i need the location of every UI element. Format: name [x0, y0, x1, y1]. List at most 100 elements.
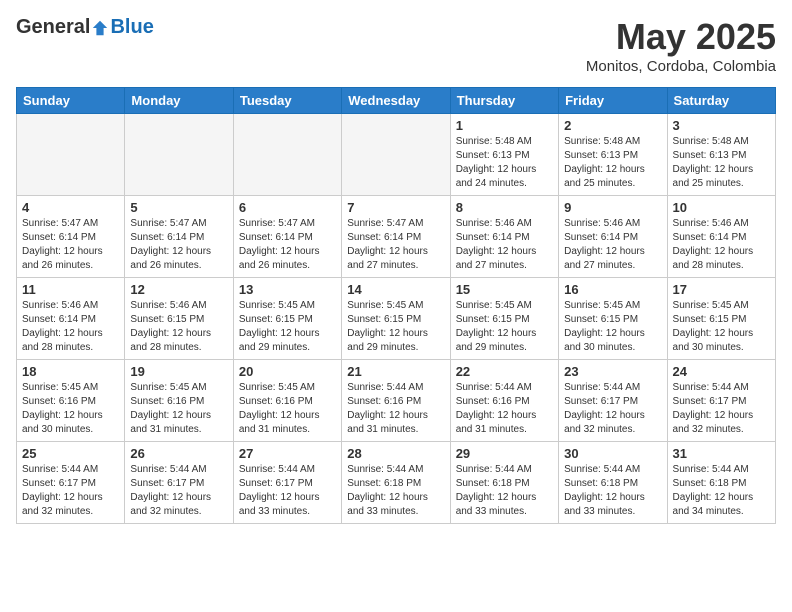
day-number: 28	[347, 446, 444, 461]
calendar-cell: 4 Sunrise: 5:47 AM Sunset: 6:14 PM Daylig…	[17, 196, 125, 278]
logo: General Blue	[16, 16, 154, 39]
day-info: Sunrise: 5:46 AM Sunset: 6:14 PM Dayligh…	[22, 299, 119, 355]
day-info: Sunrise: 5:46 AM Sunset: 6:14 PM Dayligh…	[673, 217, 770, 273]
day-info: Sunrise: 5:44 AM Sunset: 6:18 PM Dayligh…	[564, 463, 661, 519]
day-info: Sunrise: 5:44 AM Sunset: 6:17 PM Dayligh…	[239, 463, 336, 519]
day-number: 1	[456, 118, 553, 133]
day-info: Sunrise: 5:45 AM Sunset: 6:15 PM Dayligh…	[673, 299, 770, 355]
calendar-cell: 7Sunrise: 5:47 AM Sunset: 6:14 PM Daylig…	[342, 196, 450, 278]
day-number: 27	[239, 446, 336, 461]
calendar-week-row: 4 Sunrise: 5:47 AM Sunset: 6:14 PM Daylig…	[17, 196, 776, 278]
day-info: Sunrise: 5:47 AM Sunset: 6:14 PM Dayligh…	[239, 217, 336, 273]
day-number: 13	[239, 282, 336, 297]
calendar-day-header: Monday	[125, 88, 233, 114]
calendar-cell: 6 Sunrise: 5:47 AM Sunset: 6:14 PM Daylig…	[233, 196, 341, 278]
day-number: 20	[239, 364, 336, 379]
day-info: Sunrise: 5:45 AM Sunset: 6:16 PM Dayligh…	[130, 381, 227, 437]
day-info: Sunrise: 5:44 AM Sunset: 6:17 PM Dayligh…	[130, 463, 227, 519]
day-info: Sunrise: 5:45 AM Sunset: 6:16 PM Dayligh…	[22, 381, 119, 437]
day-number: 23	[564, 364, 661, 379]
day-info: Sunrise: 5:47 AM Sunset: 6:14 PM Dayligh…	[22, 217, 119, 273]
calendar-cell: 1 Sunrise: 5:48 AM Sunset: 6:13 PM Daylig…	[450, 114, 558, 196]
day-number: 14	[347, 282, 444, 297]
calendar-cell: 17 Sunrise: 5:45 AM Sunset: 6:15 PM Dayli…	[667, 278, 775, 360]
calendar-cell: 30 Sunrise: 5:44 AM Sunset: 6:18 PM Dayli…	[559, 442, 667, 524]
day-number: 3	[673, 118, 770, 133]
day-info: Sunrise: 5:44 AM Sunset: 6:16 PM Dayligh…	[456, 381, 553, 437]
calendar-cell	[342, 114, 450, 196]
day-number: 17	[673, 282, 770, 297]
title-block: May 2025 Monitos, Cordoba, Colombia	[586, 16, 776, 75]
calendar-cell: 26 Sunrise: 5:44 AM Sunset: 6:17 PM Dayli…	[125, 442, 233, 524]
day-number: 16	[564, 282, 661, 297]
calendar-cell	[233, 114, 341, 196]
calendar-cell: 22 Sunrise: 5:44 AM Sunset: 6:16 PM Dayli…	[450, 360, 558, 442]
calendar-cell: 25Sunrise: 5:44 AM Sunset: 6:17 PM Dayli…	[17, 442, 125, 524]
calendar-cell: 2 Sunrise: 5:48 AM Sunset: 6:13 PM Daylig…	[559, 114, 667, 196]
day-info: Sunrise: 5:45 AM Sunset: 6:15 PM Dayligh…	[347, 299, 444, 355]
calendar-week-row: 25Sunrise: 5:44 AM Sunset: 6:17 PM Dayli…	[17, 442, 776, 524]
day-number: 18	[22, 364, 119, 379]
calendar-cell: 9 Sunrise: 5:46 AM Sunset: 6:14 PM Daylig…	[559, 196, 667, 278]
calendar-cell: 8Sunrise: 5:46 AM Sunset: 6:14 PM Daylig…	[450, 196, 558, 278]
calendar-cell	[125, 114, 233, 196]
day-number: 6	[239, 200, 336, 215]
calendar-cell: 10 Sunrise: 5:46 AM Sunset: 6:14 PM Dayli…	[667, 196, 775, 278]
calendar-cell: 21 Sunrise: 5:44 AM Sunset: 6:16 PM Dayli…	[342, 360, 450, 442]
day-number: 30	[564, 446, 661, 461]
calendar-day-header: Saturday	[667, 88, 775, 114]
day-number: 21	[347, 364, 444, 379]
page-header: General Blue May 2025 Monitos, Cordoba, …	[16, 16, 776, 75]
calendar-table: SundayMondayTuesdayWednesdayThursdayFrid…	[16, 87, 776, 524]
day-info: Sunrise: 5:46 AM Sunset: 6:14 PM Dayligh…	[456, 217, 553, 273]
calendar-cell: 24 Sunrise: 5:44 AM Sunset: 6:17 PM Dayli…	[667, 360, 775, 442]
day-info: Sunrise: 5:45 AM Sunset: 6:16 PM Dayligh…	[239, 381, 336, 437]
calendar-cell: 23 Sunrise: 5:44 AM Sunset: 6:17 PM Dayli…	[559, 360, 667, 442]
day-info: Sunrise: 5:44 AM Sunset: 6:18 PM Dayligh…	[456, 463, 553, 519]
day-info: Sunrise: 5:44 AM Sunset: 6:18 PM Dayligh…	[347, 463, 444, 519]
day-number: 12	[130, 282, 227, 297]
day-number: 7	[347, 200, 444, 215]
calendar-week-row: 11 Sunrise: 5:46 AM Sunset: 6:14 PM Dayli…	[17, 278, 776, 360]
calendar-cell: 28 Sunrise: 5:44 AM Sunset: 6:18 PM Dayli…	[342, 442, 450, 524]
day-number: 4	[22, 200, 119, 215]
day-number: 11	[22, 282, 119, 297]
calendar-day-header: Thursday	[450, 88, 558, 114]
day-info: Sunrise: 5:48 AM Sunset: 6:13 PM Dayligh…	[456, 135, 553, 191]
day-number: 2	[564, 118, 661, 133]
month-title: May 2025	[586, 16, 776, 58]
calendar-day-header: Friday	[559, 88, 667, 114]
day-info: Sunrise: 5:45 AM Sunset: 6:15 PM Dayligh…	[564, 299, 661, 355]
day-number: 31	[673, 446, 770, 461]
logo-general-text: General	[16, 16, 90, 39]
day-info: Sunrise: 5:44 AM Sunset: 6:16 PM Dayligh…	[347, 381, 444, 437]
day-number: 5	[130, 200, 227, 215]
day-info: Sunrise: 5:45 AM Sunset: 6:15 PM Dayligh…	[239, 299, 336, 355]
day-info: Sunrise: 5:46 AM Sunset: 6:14 PM Dayligh…	[564, 217, 661, 273]
day-number: 9	[564, 200, 661, 215]
calendar-cell: 15Sunrise: 5:45 AM Sunset: 6:15 PM Dayli…	[450, 278, 558, 360]
calendar-cell: 11 Sunrise: 5:46 AM Sunset: 6:14 PM Dayli…	[17, 278, 125, 360]
day-info: Sunrise: 5:48 AM Sunset: 6:13 PM Dayligh…	[673, 135, 770, 191]
logo-blue-text: Blue	[110, 16, 153, 39]
calendar-cell: 19Sunrise: 5:45 AM Sunset: 6:16 PM Dayli…	[125, 360, 233, 442]
calendar-day-header: Wednesday	[342, 88, 450, 114]
day-number: 22	[456, 364, 553, 379]
day-number: 24	[673, 364, 770, 379]
day-info: Sunrise: 5:44 AM Sunset: 6:17 PM Dayligh…	[564, 381, 661, 437]
day-info: Sunrise: 5:45 AM Sunset: 6:15 PM Dayligh…	[456, 299, 553, 355]
location: Monitos, Cordoba, Colombia	[586, 58, 776, 75]
calendar-cell: 27 Sunrise: 5:44 AM Sunset: 6:17 PM Dayli…	[233, 442, 341, 524]
calendar-cell: 5Sunrise: 5:47 AM Sunset: 6:14 PM Daylig…	[125, 196, 233, 278]
calendar-week-row: 18 Sunrise: 5:45 AM Sunset: 6:16 PM Dayli…	[17, 360, 776, 442]
day-info: Sunrise: 5:44 AM Sunset: 6:17 PM Dayligh…	[673, 381, 770, 437]
day-info: Sunrise: 5:44 AM Sunset: 6:17 PM Dayligh…	[22, 463, 119, 519]
calendar-day-header: Sunday	[17, 88, 125, 114]
calendar-cell: 18 Sunrise: 5:45 AM Sunset: 6:16 PM Dayli…	[17, 360, 125, 442]
day-number: 10	[673, 200, 770, 215]
calendar-cell: 13 Sunrise: 5:45 AM Sunset: 6:15 PM Dayli…	[233, 278, 341, 360]
day-info: Sunrise: 5:48 AM Sunset: 6:13 PM Dayligh…	[564, 135, 661, 191]
calendar-cell: 12Sunrise: 5:46 AM Sunset: 6:15 PM Dayli…	[125, 278, 233, 360]
calendar-header-row: SundayMondayTuesdayWednesdayThursdayFrid…	[17, 88, 776, 114]
day-number: 26	[130, 446, 227, 461]
